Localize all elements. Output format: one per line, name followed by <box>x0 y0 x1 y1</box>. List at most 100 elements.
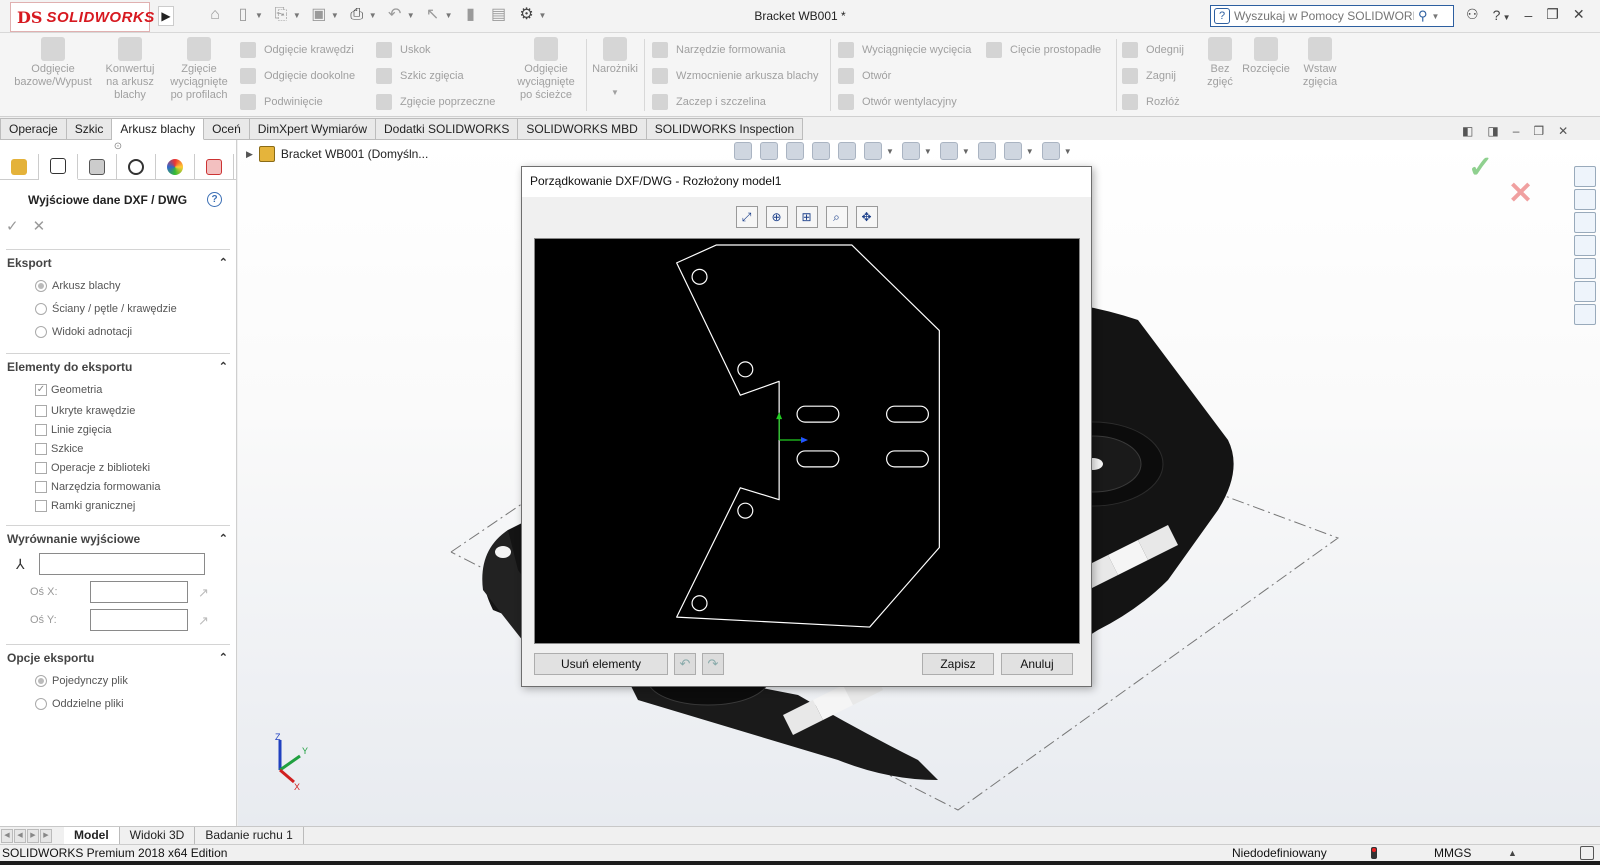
zoom-in-icon[interactable]: ⊕ <box>765 206 788 228</box>
view-settings-icon[interactable] <box>1041 142 1060 160</box>
doc-minimize-icon[interactable]: – <box>1513 124 1520 138</box>
radio-selected[interactable] <box>35 279 47 292</box>
view-settings-dropdown-icon[interactable]: ▼ <box>1064 147 1072 156</box>
checkbox[interactable] <box>35 480 47 493</box>
help-search-box[interactable]: ? ⚲ ▼ <box>1210 5 1454 27</box>
entity-library-features[interactable]: Operacje z biblioteki <box>6 458 230 477</box>
pan-icon[interactable]: ✥ <box>855 206 878 228</box>
entity-bounding-box[interactable]: Ramki granicznej <box>6 496 230 515</box>
next-tab-arrow-icon[interactable]: ▶ <box>27 828 39 843</box>
gusset-button[interactable]: Wzmocnienie arkusza blachy <box>652 63 818 89</box>
miter-flange-button[interactable]: Odgięcie dookolne <box>240 63 355 89</box>
restore-icon[interactable]: ❐ <box>1546 6 1559 23</box>
zoom-area-icon[interactable] <box>760 142 778 160</box>
reverse-direction-icon[interactable]: ↗ <box>198 585 212 600</box>
tab-model[interactable]: Model <box>64 826 120 845</box>
hide-show-dropdown-icon[interactable]: ▼ <box>962 147 970 156</box>
prev-tab-arrow-icon[interactable]: ◀ <box>14 828 26 843</box>
export-option-sheet-metal[interactable]: Arkusz blachy <box>6 274 230 297</box>
hole-button[interactable]: Otwór <box>838 63 971 89</box>
vent-button[interactable]: Otwór wentylacyjny <box>838 89 971 115</box>
apply-scene-dropdown-icon[interactable]: ▼ <box>1026 147 1034 156</box>
collapse-chevron-icon[interactable]: ⌃ <box>219 532 228 546</box>
tab-and-slot-button[interactable]: Zaczep i szczelina <box>652 89 818 115</box>
tab-3d-views[interactable]: Widoki 3D <box>120 826 196 845</box>
print-dropdown-icon[interactable]: ▼ <box>369 11 377 20</box>
design-library-icon[interactable] <box>1574 189 1596 210</box>
status-units[interactable]: MMGS <box>1434 845 1471 861</box>
cancel-button[interactable]: Anuluj <box>1001 653 1073 675</box>
save-icon[interactable]: ▣ <box>309 5 329 25</box>
file-properties-icon[interactable]: ▤ <box>489 5 509 25</box>
alignment-origin-field[interactable] <box>38 553 205 575</box>
zoom-to-fit-icon[interactable]: ⤢ <box>735 206 758 228</box>
swept-flange-button[interactable]: Odgięcie wyciągnięte po ścieżce <box>510 37 582 102</box>
undo-icon[interactable]: ↶ <box>674 653 696 675</box>
close-icon[interactable]: ✕ <box>1573 6 1585 23</box>
zoom-icon[interactable]: ⌕ <box>825 206 848 228</box>
collapse-chevron-icon[interactable]: ⌃ <box>219 360 228 374</box>
tab-evaluate[interactable]: Oceń <box>204 118 250 140</box>
confirm-corner-ok-icon[interactable]: ✓ <box>1468 150 1493 185</box>
redo-icon[interactable]: ↷ <box>702 653 724 675</box>
status-help-icon[interactable] <box>1580 846 1594 860</box>
tab-sheet-metal[interactable]: Arkusz blachy <box>112 118 205 140</box>
export-option-faces[interactable]: Ściany / pętle / krawędzie <box>6 297 230 320</box>
tab-features[interactable]: Operacje <box>0 118 67 140</box>
zoom-to-fit-icon[interactable] <box>734 142 752 160</box>
radio[interactable] <box>35 325 47 338</box>
entity-forming-tools[interactable]: Narzędzia formowania <box>6 477 230 496</box>
feature-manager-tab[interactable] <box>0 154 39 180</box>
alignment-group-header[interactable]: Wyrównanie wyjściowe ⌃ <box>6 526 230 550</box>
custom-properties-icon[interactable] <box>1574 281 1596 302</box>
tab-mbd[interactable]: SOLIDWORKS MBD <box>518 118 647 140</box>
base-flange-button[interactable]: Odgięcie bazowe/Wypust <box>8 37 98 89</box>
units-arrow-icon[interactable]: ▲ <box>1508 845 1517 861</box>
corners-button[interactable]: Narożniki ▼ <box>590 37 640 99</box>
options-gear-icon[interactable]: ⚙ <box>517 5 537 25</box>
home-icon[interactable] <box>1574 166 1596 187</box>
dimxpert-manager-tab[interactable] <box>117 154 156 180</box>
user-icon[interactable]: ⚇ <box>1466 6 1479 23</box>
insert-bends-button[interactable]: Wstaw zgięcia <box>1294 37 1346 89</box>
entity-bend-lines[interactable]: Linie zgięcia <box>6 420 230 439</box>
entities-group-header[interactable]: Elementy do eksportu ⌃ <box>6 354 230 378</box>
first-tab-arrow-icon[interactable]: ◀ <box>1 828 13 843</box>
view-orientation-icon[interactable] <box>864 142 882 160</box>
entity-geometry[interactable]: ✓ Geometria <box>6 378 230 401</box>
home-icon[interactable]: ⌂ <box>205 5 225 25</box>
select-cursor-icon[interactable]: ↖ <box>423 5 443 25</box>
convert-button[interactable]: Konwertuj na arkusz blachy <box>100 37 160 102</box>
radio[interactable] <box>35 697 47 710</box>
checkbox[interactable] <box>35 404 47 417</box>
undo-dropdown-icon[interactable]: ▼ <box>407 11 415 20</box>
extruded-cut-button[interactable]: Wyciągnięcie wycięcia <box>838 37 971 63</box>
feature-tree-root[interactable]: ▶ Bracket WB001 (Domyśln... <box>246 146 428 162</box>
panel-grip-icon[interactable]: ⊙ <box>0 140 236 154</box>
expand-arrow-icon[interactable]: ▶ <box>246 149 253 160</box>
open-folder-icon[interactable]: ⎘ <box>271 5 291 25</box>
display-style-dropdown-icon[interactable]: ▼ <box>924 147 932 156</box>
export-options-group-header[interactable]: Opcje eksportu ⌃ <box>6 645 230 669</box>
tab-dimxpert[interactable]: DimXpert Wymiarów <box>249 118 377 140</box>
view-palette-icon[interactable] <box>1574 235 1596 256</box>
minimize-icon[interactable]: – <box>1525 7 1533 23</box>
menu-flyout-arrow-icon[interactable]: ▶ <box>158 6 174 26</box>
sketched-bend-button[interactable]: Szkic zgięcia <box>376 63 495 89</box>
open-dropdown-icon[interactable]: ▼ <box>293 11 301 20</box>
hem-button[interactable]: Podwinięcie <box>240 89 355 115</box>
checkbox[interactable] <box>35 461 47 474</box>
previous-view-icon[interactable] <box>786 142 804 160</box>
tab-addins[interactable]: Dodatki SOLIDWORKS <box>376 118 519 140</box>
undo-icon[interactable]: ↶ <box>385 5 405 25</box>
doc-restore-icon[interactable]: ❐ <box>1533 124 1544 138</box>
confirm-corner-cancel-icon[interactable]: ✕ <box>1508 176 1533 211</box>
new-document-icon[interactable]: ▯ <box>233 5 253 25</box>
entity-hidden-edges[interactable]: Ukryte krawędzie <box>6 401 230 420</box>
radio[interactable] <box>35 302 47 315</box>
hide-show-items-icon[interactable] <box>939 142 958 160</box>
save-dropdown-icon[interactable]: ▼ <box>331 11 339 20</box>
rebuild-icon[interactable]: ▮ <box>461 5 481 25</box>
export-separate-files[interactable]: Oddzielne pliki <box>6 692 230 715</box>
select-dropdown-icon[interactable]: ▼ <box>445 11 453 20</box>
